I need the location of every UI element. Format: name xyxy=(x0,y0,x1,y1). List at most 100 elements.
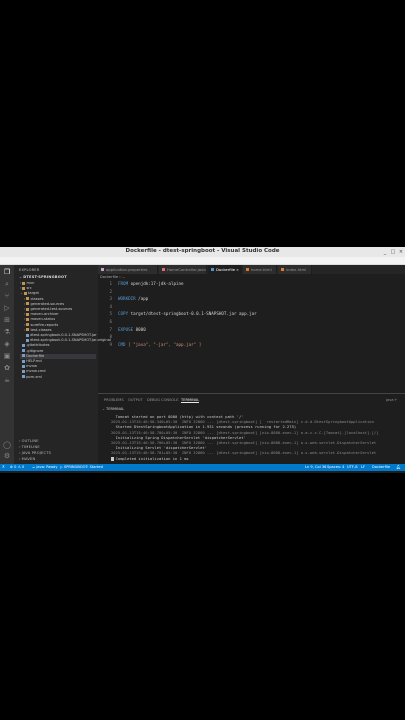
code-text: target/dtest-springboot-0.0.1-SNAPSHOT.j… xyxy=(128,311,257,317)
folder-icon xyxy=(26,307,30,311)
tab-debug-console[interactable]: DEBUG CONSOLE xyxy=(147,398,178,402)
line-number: 6 xyxy=(109,319,112,324)
editor-tabs: application.properties HomeController.jav… xyxy=(98,265,405,274)
terminal-cursor xyxy=(111,457,114,461)
terminal-shell-label[interactable]: java xyxy=(386,398,394,402)
tab-problems[interactable]: PROBLEMS xyxy=(104,398,124,402)
project-root[interactable]: ⌄DTEST-SPRINGBOOT xyxy=(19,275,67,279)
tree-twisty-icon xyxy=(20,375,21,379)
java-status[interactable]: ☕ Java: Ready xyxy=(32,464,57,471)
folder-icon xyxy=(26,323,30,327)
tree-item-label: mvnw xyxy=(26,364,38,369)
tree-item-label: generated-test-sources xyxy=(30,307,73,311)
folder-icon xyxy=(22,281,26,285)
line-number: 2 xyxy=(109,288,112,294)
tree-twisty-icon xyxy=(20,343,21,347)
line-number: 3 xyxy=(109,296,112,302)
title-bar: Dockerfile - dtest-springboot - Visual S… xyxy=(0,247,405,257)
code-keyword: COPY xyxy=(118,311,129,317)
problems-status[interactable]: ⊗ 0 ⚠ 0 xyxy=(10,464,24,471)
tree-twisty-icon: ⌄ xyxy=(20,291,24,296)
settings-gear-icon[interactable]: ⚙ xyxy=(3,452,11,460)
tree-item-label: classes xyxy=(30,296,44,301)
tab-home-html[interactable]: home.html xyxy=(243,265,277,274)
tree-item-label: Dockerfile xyxy=(26,353,45,358)
tree-twisty-icon: › xyxy=(24,317,26,322)
minimize-button[interactable]: _ xyxy=(382,249,388,255)
account-icon[interactable]: ◯ xyxy=(3,441,11,449)
line-number: 9 xyxy=(109,341,112,347)
tab-label: Dockerfile xyxy=(216,267,236,272)
cursor-position[interactable]: Ln 9, Col 36 xyxy=(305,464,326,471)
outline-section[interactable]: ›OUTLINE xyxy=(19,439,39,443)
file-icon xyxy=(22,364,26,368)
code-line[interactable]: COPY target/dtest-springboot-0.0.1-SNAPS… xyxy=(118,311,257,316)
tree-item-label: target xyxy=(28,291,39,296)
tab-dockerfile[interactable]: Dockerfile × xyxy=(208,265,242,274)
timeline-section[interactable]: ›TIMELINE xyxy=(19,445,40,449)
tab-close-icon[interactable]: × xyxy=(236,265,239,274)
folder-icon xyxy=(22,286,26,290)
tree-item-label: dtest-springboot-0.0.1-SNAPSHOT.jar xyxy=(30,333,97,337)
code-line[interactable]: WORKDIR /app xyxy=(118,296,148,301)
explorer-icon[interactable]: ❐ xyxy=(3,268,11,276)
maven-section[interactable]: ›MAVEN xyxy=(19,457,35,461)
line-number: 4 xyxy=(109,303,112,309)
tab-label: application.properties xyxy=(106,267,148,272)
tab-label: index.html xyxy=(286,267,307,272)
code-line[interactable]: FROM openjdk:17-jdk-alpine xyxy=(118,281,184,286)
add-terminal-icon[interactable]: ＋ xyxy=(394,398,398,403)
activity-bar: ❐ ⌕ ⑂ ▷ ⊞ ⚗ ◈ ▣ ✿ ☕ ◯ ⚙ xyxy=(0,265,14,464)
tree-item-label: src xyxy=(26,286,32,291)
vscode-window: Dockerfile - dtest-springboot - Visual S… xyxy=(0,247,405,473)
maximize-button[interactable]: □ xyxy=(390,249,396,255)
folder-icon xyxy=(26,317,30,321)
tab-index-html[interactable]: index.html xyxy=(278,265,312,274)
file-icon xyxy=(22,349,26,353)
indentation[interactable]: Spaces: 4 xyxy=(327,464,344,471)
file-type-icon xyxy=(162,268,165,271)
tree-item-label: pom.xml xyxy=(26,374,42,379)
tree-item-label: generated-sources xyxy=(30,301,65,306)
menu-bar: File Edit Selection View Go Run Terminal… xyxy=(0,257,405,274)
eol[interactable]: LF xyxy=(361,464,365,471)
line-number: 5 xyxy=(109,311,112,317)
search-icon[interactable]: ⌕ xyxy=(3,280,11,288)
file-type-icon xyxy=(101,268,104,271)
tab-terminal[interactable]: TERMINAL xyxy=(181,398,200,403)
notifications-bell-icon[interactable]: 🔔︎ xyxy=(396,464,401,471)
file-type-icon xyxy=(281,268,284,271)
file-icon xyxy=(22,359,26,363)
tab-output[interactable]: OUTPUT xyxy=(128,398,143,402)
extensions-icon[interactable]: ⊞ xyxy=(3,316,11,324)
run-debug-icon[interactable]: ▷ xyxy=(3,304,11,312)
encoding[interactable]: UTF-8 xyxy=(347,464,357,471)
tree-item-label: .gitattributes xyxy=(26,343,50,348)
code-line[interactable]: CMD [ "java", "-jar", "app.jar" ] xyxy=(118,342,201,347)
language-mode[interactable]: Dockerfile xyxy=(372,464,390,471)
java-projects-section[interactable]: ›JAVA PROJECTS xyxy=(19,451,51,455)
docker-icon[interactable]: ◈ xyxy=(3,340,11,348)
remote-explorer-icon[interactable]: ▣ xyxy=(3,352,11,360)
folder-icon xyxy=(26,302,30,306)
terminal-header: ⌄TERMINAL xyxy=(102,407,125,411)
remote-indicator-icon[interactable]: ⊼ xyxy=(2,464,5,471)
tree-twisty-icon xyxy=(24,338,25,342)
java-icon[interactable]: ☕ xyxy=(3,376,11,384)
spring-status[interactable]: ▷ SPRINGBOOT: Started xyxy=(60,464,103,471)
breadcrumb[interactable]: Dockerfile › ... xyxy=(100,275,125,279)
code-text: /app xyxy=(135,296,149,302)
tree-twisty-icon xyxy=(20,364,21,368)
tab-homecontroller-java[interactable]: HomeController.java xyxy=(159,265,207,274)
close-button[interactable]: × xyxy=(398,249,404,255)
tree-twisty-icon xyxy=(20,369,21,373)
tree-twisty-icon: › xyxy=(24,307,26,311)
source-control-icon[interactable]: ⑂ xyxy=(3,292,11,300)
spring-boot-icon[interactable]: ✿ xyxy=(3,364,11,372)
code-line[interactable]: EXPOSE 8080 xyxy=(118,327,146,332)
testing-icon[interactable]: ⚗ xyxy=(3,328,11,336)
tree-item[interactable]: pom.xml xyxy=(20,375,96,380)
tab-application-properties[interactable]: application.properties xyxy=(98,265,158,274)
explorer-sidebar: EXPLORER ⌄DTEST-SPRINGBOOT › mvn › src ⌄ targ… xyxy=(14,265,111,464)
file-type-icon xyxy=(246,268,249,271)
